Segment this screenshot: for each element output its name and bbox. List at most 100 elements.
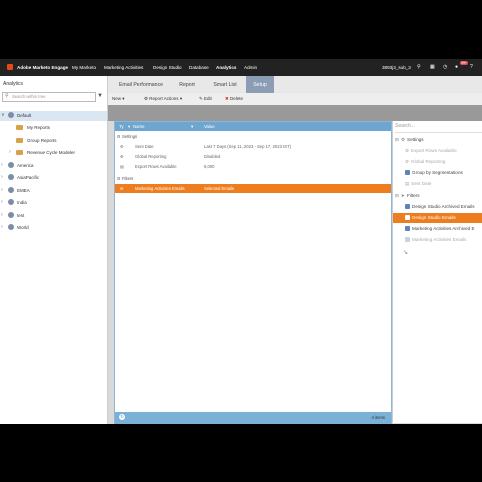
nav-marketing-activities[interactable]: Marketing Activities bbox=[104, 65, 143, 70]
globe-icon bbox=[8, 212, 14, 218]
palette-item-ma-archived-emails[interactable]: Marketing Activities Archived E bbox=[393, 224, 482, 234]
tree-search-placeholder: Search within tree bbox=[12, 94, 46, 99]
tree-item-label: Default bbox=[17, 113, 32, 118]
expand-chevron-icon[interactable]: › bbox=[1, 212, 3, 218]
tree-item-default[interactable]: ∨ Default bbox=[0, 111, 107, 121]
search-icon[interactable]: ⚲ bbox=[417, 64, 421, 70]
col-type-header[interactable]: Ty bbox=[119, 124, 124, 129]
tab-setup[interactable]: Setup bbox=[246, 76, 274, 93]
tree-item-india[interactable]: › India bbox=[0, 198, 107, 208]
nav-admin[interactable]: Admin bbox=[244, 65, 257, 70]
filter-icon[interactable]: ▼ bbox=[97, 93, 103, 99]
left-tree-panel: Analytics ⚲ Search within tree ▼ ∨ Defau… bbox=[0, 76, 108, 424]
edit-button[interactable]: ✎ Edit bbox=[199, 96, 212, 102]
tree-item-emea[interactable]: › EMEA bbox=[0, 186, 107, 196]
grid-icon[interactable]: ▦ bbox=[430, 64, 435, 70]
nav-design-studio[interactable]: Design Studio bbox=[153, 65, 182, 70]
collapse-chevron-icon[interactable]: ∨ bbox=[1, 112, 5, 118]
folder-icon bbox=[16, 150, 23, 155]
table-row[interactable]: ⚙ Sent Date Last 7 Days (Sep 11, 2023 - … bbox=[115, 142, 391, 151]
tree-search-input[interactable]: ⚲ Search within tree bbox=[2, 92, 96, 102]
row-value: Disabled bbox=[204, 154, 221, 159]
notification-badge: 99+ bbox=[460, 61, 468, 65]
tree-item-my-reports[interactable]: My Reports bbox=[0, 123, 107, 133]
collapse-chevron-icon[interactable]: ⊟ bbox=[117, 134, 121, 139]
settings-icon: ⚙ bbox=[120, 154, 124, 159]
report-actions-label: Report Actions bbox=[149, 96, 179, 101]
tree-item-america[interactable]: › America bbox=[0, 161, 107, 171]
col-value-header[interactable]: Value bbox=[204, 124, 215, 129]
globe-icon bbox=[8, 112, 14, 118]
main-content: Email Performance Report Smart List Setu… bbox=[108, 76, 482, 424]
settings-icon: ⚙ bbox=[405, 148, 410, 153]
table-row[interactable]: ⚙ Global Reporting Disabled bbox=[115, 152, 391, 161]
expand-chevron-icon[interactable]: › bbox=[1, 174, 3, 180]
delete-icon: ✖ bbox=[225, 96, 229, 101]
instance-name[interactable]: 3893j3_sub_3 bbox=[382, 65, 411, 70]
notification-icon[interactable]: ● bbox=[455, 64, 458, 70]
palette-item-sent-date[interactable]: ▤ Sent Date bbox=[393, 179, 482, 189]
refresh-icon[interactable]: ↻ bbox=[119, 414, 125, 420]
filter-icon: ➤ bbox=[401, 193, 405, 198]
palette-item-ds-emails[interactable]: Design Studio Emails bbox=[393, 213, 482, 223]
palette-filters-group[interactable]: ⊟ ➤ Filters bbox=[393, 191, 482, 201]
tab-report[interactable]: Report bbox=[172, 76, 202, 93]
tree-item-label: India bbox=[17, 200, 27, 205]
palette-search-input[interactable]: Search... bbox=[395, 123, 482, 133]
report-tabs: Email Performance Report Smart List Setu… bbox=[108, 76, 482, 93]
row-value: 5,000 bbox=[204, 164, 215, 169]
row-name: Export Rows Available bbox=[135, 164, 177, 169]
tab-email-performance[interactable]: Email Performance bbox=[112, 76, 170, 93]
palette-item-label: Global Reporting bbox=[411, 159, 446, 164]
table-row-selected[interactable]: ✉ Marketing Activities Emails Selected E… bbox=[115, 184, 391, 193]
email-filter-icon bbox=[405, 204, 410, 209]
filter-palette-panel: Search... ⊟ ⚙ Settings ⚙ Export Rows Ava… bbox=[392, 121, 482, 423]
palette-settings-group[interactable]: ⊟ ⚙ Settings bbox=[393, 135, 482, 145]
expand-chevron-icon[interactable]: › bbox=[1, 224, 3, 230]
palette-item-ds-archived-emails[interactable]: Design Studio Archived Emails bbox=[393, 202, 482, 212]
expand-chevron-icon[interactable]: › bbox=[1, 199, 3, 205]
expand-chevron-icon[interactable]: › bbox=[9, 149, 11, 155]
collapse-chevron-icon[interactable]: ⊟ bbox=[395, 193, 399, 199]
palette-search-placeholder: Search... bbox=[395, 123, 416, 129]
tree-item-label: My Reports bbox=[27, 125, 51, 130]
search-icon: ⚲ bbox=[5, 93, 9, 99]
nav-analytics[interactable]: Analytics bbox=[216, 65, 236, 70]
palette-item-export-rows[interactable]: ⚙ Export Rows Available bbox=[393, 146, 482, 156]
tree-item-world[interactable]: › World bbox=[0, 223, 107, 233]
tree-item-revenue-cycle-modeler[interactable]: › Revenue Cycle Modeler bbox=[0, 148, 107, 158]
collapse-chevron-icon[interactable]: ⊟ bbox=[395, 137, 399, 143]
new-button[interactable]: New ▾ bbox=[112, 96, 125, 102]
expand-chevron-icon[interactable]: › bbox=[1, 187, 3, 193]
table-row[interactable]: ▤ Export Rows Available 5,000 bbox=[115, 162, 391, 171]
filters-section-label: Filters bbox=[122, 176, 134, 181]
settings-section-row[interactable]: ⊟ Settings bbox=[115, 132, 391, 141]
sort-chevron-icon[interactable]: ▾ bbox=[191, 124, 193, 130]
expand-chevron-icon[interactable]: › bbox=[1, 162, 3, 168]
grid-footer: ↻ 4 items bbox=[115, 412, 391, 424]
filters-section-row[interactable]: ⊟ Filters bbox=[115, 174, 391, 183]
report-actions-button[interactable]: ⚙ Report Actions ▾ bbox=[144, 96, 182, 102]
col-name-header[interactable]: Name bbox=[133, 124, 144, 129]
tab-smart-list[interactable]: Smart List bbox=[206, 76, 244, 93]
tree-item-asiapacific[interactable]: › AsiaPacific bbox=[0, 173, 107, 183]
top-nav-bar: Adobe Marketo Engage My Marketo Marketin… bbox=[0, 59, 482, 76]
tree-item-label: EMEA bbox=[17, 188, 30, 193]
panel-title: Analytics bbox=[3, 81, 24, 87]
nav-database[interactable]: Database bbox=[189, 65, 209, 70]
palette-item-label: Sent Date bbox=[411, 181, 432, 186]
palette-item-global-reporting[interactable]: ⚙ Global Reporting bbox=[393, 157, 482, 167]
settings-group-label: Settings bbox=[407, 137, 424, 142]
palette-item-group-by-segmentations[interactable]: Group by Segmentations bbox=[393, 168, 482, 178]
collapse-chevron-icon[interactable]: ⊟ bbox=[117, 176, 121, 181]
tree-item-test[interactable]: › test bbox=[0, 211, 107, 221]
palette-item-ma-emails[interactable]: Marketing Activities Emails bbox=[393, 235, 482, 245]
tree-item-group-reports[interactable]: Group Reports bbox=[0, 136, 107, 146]
edit-button-label: Edit bbox=[204, 96, 212, 101]
delete-button[interactable]: ✖ Delete bbox=[225, 96, 243, 102]
sort-chevron-icon[interactable]: ▾ bbox=[128, 124, 130, 130]
help-icon[interactable]: ? bbox=[470, 64, 473, 70]
tree-item-label: test bbox=[17, 213, 25, 218]
clock-icon[interactable]: ◷ bbox=[443, 64, 447, 70]
nav-my-marketo[interactable]: My Marketo bbox=[72, 65, 96, 70]
